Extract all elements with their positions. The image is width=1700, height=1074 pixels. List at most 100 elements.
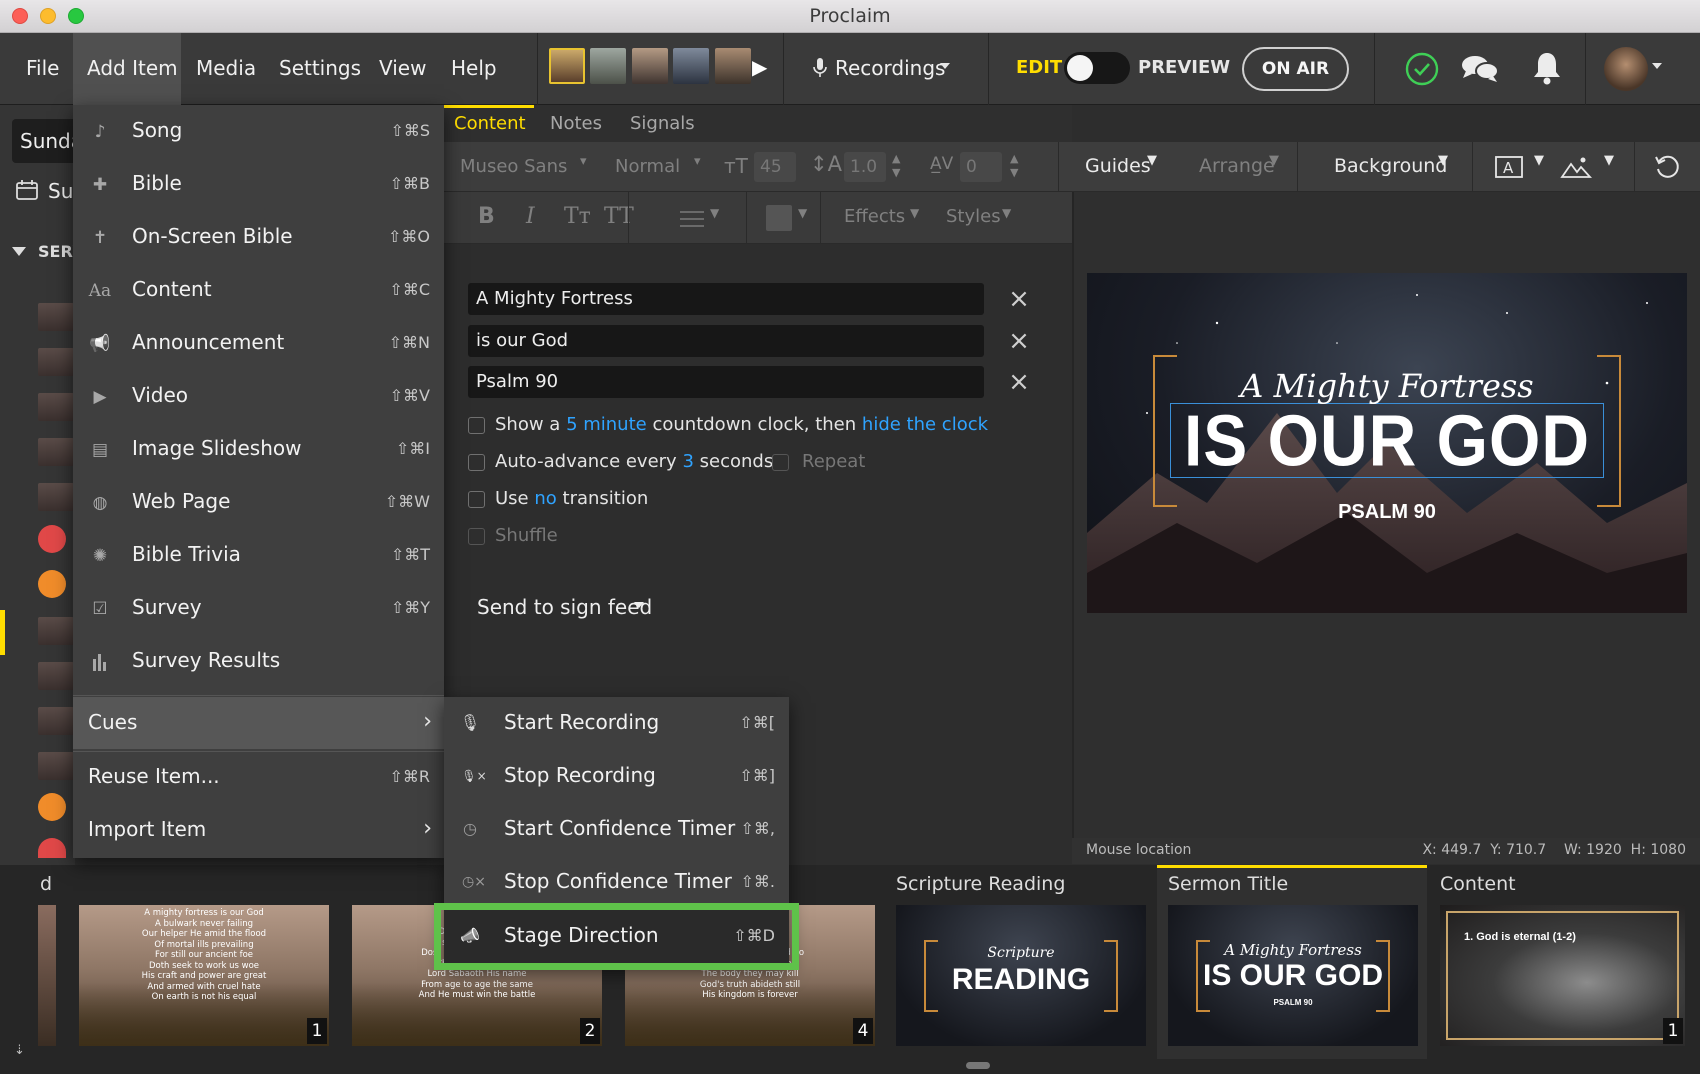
menu-item-announcement[interactable]: 📢 Announcement ⇧⌘N [73, 317, 444, 370]
timer-cue-icon[interactable] [38, 570, 66, 598]
menu-item-bible[interactable]: ✚ Bible ⇧⌘B [73, 158, 444, 211]
send-to-sign-feed-dropdown[interactable]: Send to sign feed [477, 595, 652, 619]
text-box-icon[interactable]: A [1494, 154, 1524, 180]
background-dropdown[interactable]: Background [1334, 155, 1447, 177]
transition-type-link[interactable]: no [534, 488, 556, 509]
countdown-checkbox[interactable] [468, 417, 485, 434]
slide-preview[interactable]: A Mighty Fortress IS OUR GOD PSALM 90 [1087, 273, 1687, 613]
menu-item-import[interactable]: Import Item › [73, 804, 444, 857]
menu-settings[interactable]: Settings [279, 33, 361, 105]
menu-item-stop-recording[interactable]: 🎙× Stop Recording ⇧⌘] [444, 750, 789, 803]
small-caps-button[interactable]: Tт [564, 204, 591, 229]
auto-advance-seconds-link[interactable]: 3 [682, 451, 693, 472]
text-color-swatch[interactable] [766, 205, 792, 231]
repeat-checkbox[interactable] [772, 454, 789, 471]
effects-dropdown[interactable]: Effects [844, 206, 905, 227]
on-air-button[interactable]: ON AIR [1242, 47, 1349, 91]
shuffle-checkbox[interactable] [468, 528, 485, 545]
menu-item-start-recording[interactable]: 🎙 Start Recording ⇧⌘[ [444, 697, 789, 750]
menu-item-stop-confidence-timer[interactable]: ◷× Stop Confidence Timer ⇧⌘. [444, 856, 789, 909]
stop-cue-icon[interactable] [38, 793, 66, 821]
font-size-input[interactable]: 45 [754, 152, 796, 182]
menu-item-reuse[interactable]: Reuse Item... ⇧⌘R [73, 751, 444, 804]
sidebar-item[interactable] [38, 707, 74, 735]
sidebar-item[interactable] [38, 483, 74, 511]
user-avatar[interactable] [1604, 47, 1648, 91]
slide-thumbnail[interactable] [38, 905, 56, 1046]
menu-item-start-confidence-timer[interactable]: ◷ Start Confidence Timer ⇧⌘, [444, 803, 789, 856]
menu-file[interactable]: File [26, 33, 59, 105]
remove-line-icon[interactable]: × [1006, 286, 1032, 312]
font-family-dropdown[interactable]: Museo Sans [460, 156, 567, 177]
stepper-icon[interactable]: ▲ ▼ [892, 152, 900, 180]
bold-button[interactable]: B [478, 204, 495, 229]
participant-avatar[interactable] [632, 48, 668, 84]
text-field-line-2[interactable]: is our God [468, 325, 984, 357]
collapse-arrows-icon[interactable]: ⇣ [14, 1043, 25, 1058]
tab-signals[interactable]: Signals [630, 105, 695, 142]
styles-dropdown[interactable]: Styles [946, 206, 1001, 227]
menu-help[interactable]: Help [451, 33, 497, 105]
char-spacing-input[interactable]: 0 [960, 152, 1002, 182]
slide-thumbnail[interactable]: 1. God is eternal (1-2) 1 [1440, 905, 1685, 1046]
sidebar-item[interactable] [38, 438, 74, 466]
tab-content[interactable]: Content [454, 105, 526, 142]
play-triangle-icon[interactable]: ▶ [752, 55, 767, 79]
menu-add-item[interactable]: Add Item [73, 33, 181, 105]
remove-line-icon[interactable]: × [1006, 328, 1032, 354]
expand-triangle-icon[interactable] [12, 247, 26, 256]
participant-avatar[interactable] [549, 48, 585, 84]
sidebar-item[interactable] [38, 348, 74, 376]
stepper-icon[interactable]: ▲ ▼ [1010, 152, 1018, 180]
menu-item-bible-trivia[interactable]: ✺ Bible Trivia ⇧⌘T [73, 529, 444, 582]
participant-avatar[interactable] [715, 48, 751, 84]
recordings-dropdown[interactable]: Recordings [835, 33, 945, 105]
sidebar-item[interactable] [38, 393, 74, 421]
arrange-dropdown[interactable]: Arrange [1199, 155, 1275, 177]
resize-handle[interactable] [966, 1062, 990, 1069]
participant-avatar[interactable] [673, 48, 709, 84]
service-date-selector[interactable]: Sunda [12, 119, 82, 163]
sidebar-item[interactable] [38, 617, 74, 645]
reset-rotate-icon[interactable] [1654, 154, 1680, 180]
countdown-action-link[interactable]: hide the clock [862, 414, 988, 435]
align-text-icon[interactable] [679, 210, 705, 228]
guides-dropdown[interactable]: Guides [1085, 155, 1151, 177]
edit-preview-toggle[interactable] [1064, 52, 1130, 84]
italic-button[interactable]: I [526, 204, 535, 229]
all-caps-button[interactable]: TT [604, 204, 634, 229]
countdown-duration-link[interactable]: 5 minute [566, 414, 647, 435]
sidebar-item[interactable] [38, 662, 74, 690]
transition-checkbox[interactable] [468, 491, 485, 508]
chat-bubbles-icon[interactable] [1460, 53, 1500, 85]
menu-item-survey[interactable]: ☑ Survey ⇧⌘Y [73, 582, 444, 635]
text-field-line-1[interactable]: A Mighty Fortress [468, 283, 984, 315]
text-field-line-3[interactable]: Psalm 90 [468, 366, 984, 398]
menu-media[interactable]: Media [196, 33, 256, 105]
menu-item-web-page[interactable]: ◍ Web Page ⇧⌘W [73, 476, 444, 529]
remove-line-icon[interactable]: × [1006, 369, 1032, 395]
slide-thumbnail[interactable]: A mighty fortress is our God A bulwark ne… [79, 905, 329, 1046]
slide-thumbnail[interactable]: A Mighty Fortress IS OUR GOD PSALM 90 [1168, 905, 1418, 1046]
participant-avatar[interactable] [590, 48, 626, 84]
line-height-input[interactable]: 1.0 [844, 152, 886, 182]
recording-cue-icon[interactable] [38, 838, 66, 858]
menu-item-video[interactable]: ▶ Video ⇧⌘V [73, 370, 444, 423]
menu-view[interactable]: View [379, 33, 426, 105]
recording-cue-icon[interactable] [38, 525, 66, 553]
sidebar-item[interactable] [38, 303, 74, 331]
auto-advance-checkbox[interactable] [468, 454, 485, 471]
notification-bell-icon[interactable] [1532, 50, 1562, 86]
menu-item-image-slideshow[interactable]: ▤ Image Slideshow ⇧⌘I [73, 423, 444, 476]
menu-item-on-screen-bible[interactable]: ✝ On-Screen Bible ⇧⌘O [73, 211, 444, 264]
menu-item-survey-results[interactable]: Survey Results [73, 635, 444, 688]
slide-thumbnail[interactable]: Scripture READING [896, 905, 1146, 1046]
menu-item-cues[interactable]: Cues › [73, 697, 444, 749]
menu-item-content[interactable]: Aa Content ⇧⌘C [73, 264, 444, 317]
image-mountain-icon[interactable] [1560, 154, 1593, 180]
menu-item-song[interactable]: ♪ Song ⇧⌘S [73, 105, 444, 158]
status-check-icon[interactable] [1405, 52, 1439, 86]
sidebar-item[interactable] [38, 752, 74, 780]
tab-notes[interactable]: Notes [550, 105, 602, 142]
font-weight-dropdown[interactable]: Normal [615, 156, 680, 177]
